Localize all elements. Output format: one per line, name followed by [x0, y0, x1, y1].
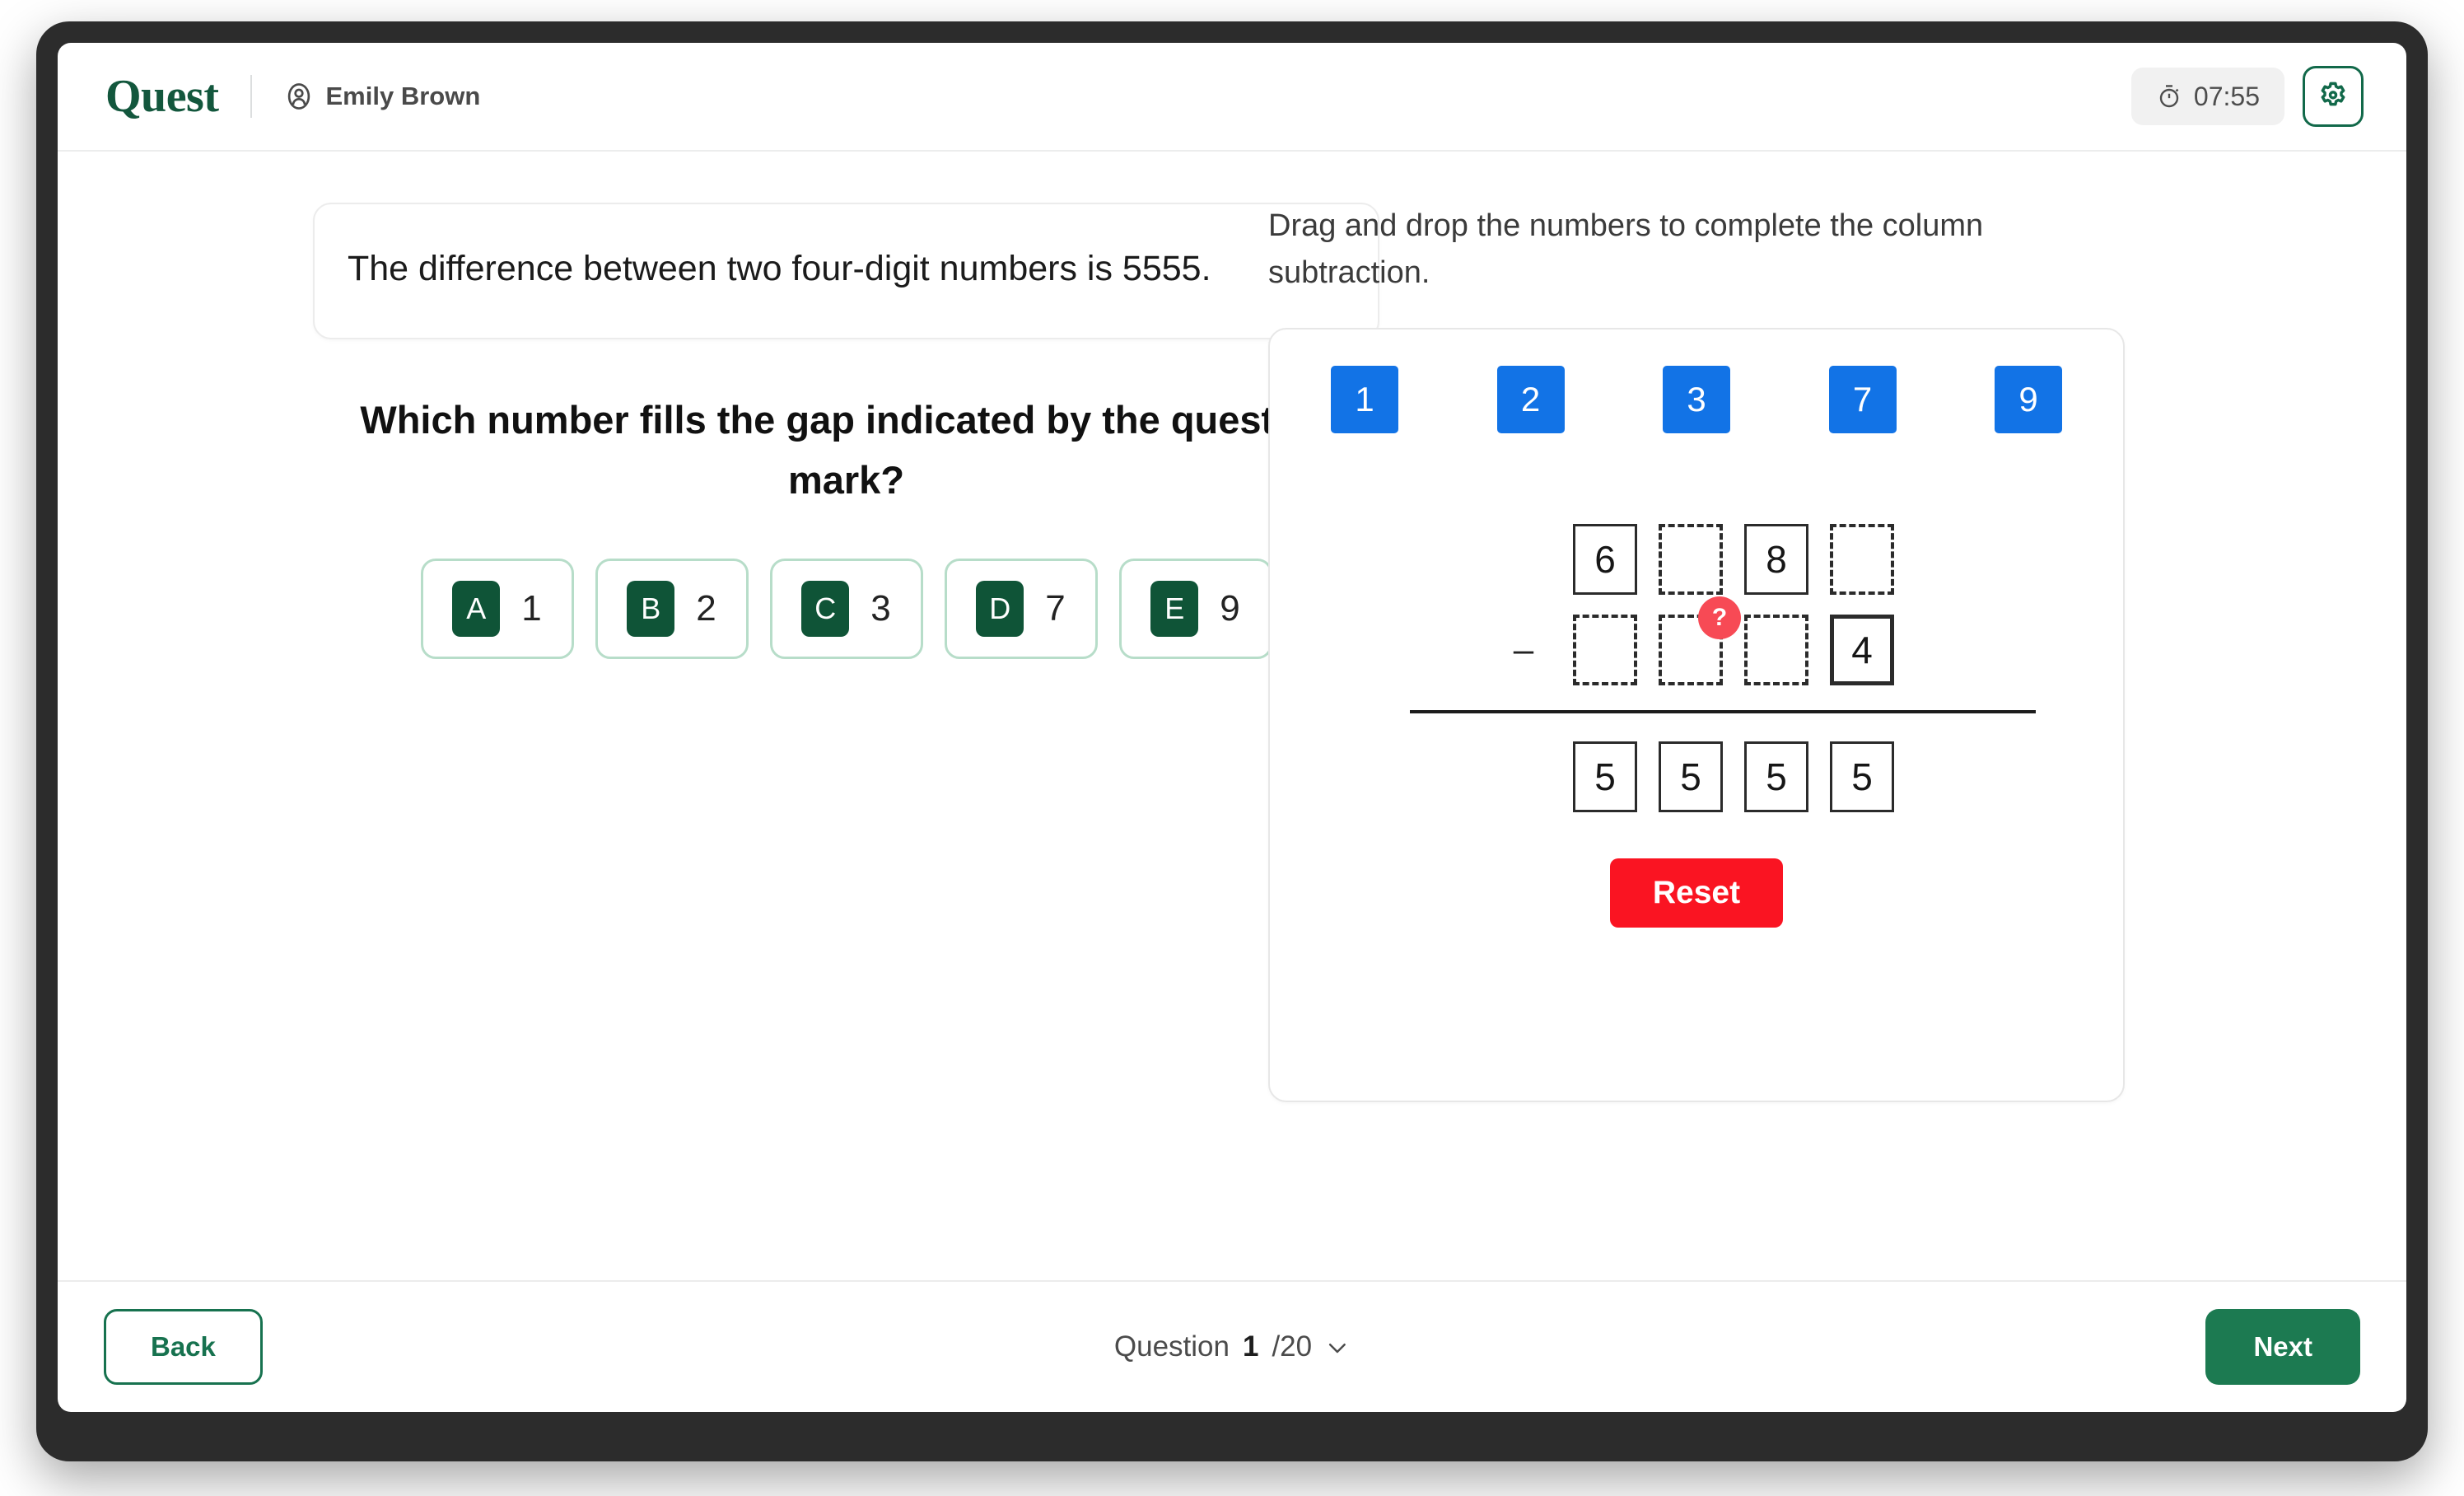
column-subtraction: 6 8 – ? 4 5 5 5 5	[1311, 524, 2082, 812]
minuend-row: 6 8	[1499, 524, 1894, 595]
app-footer: Back Question 1 /20 Next	[58, 1280, 2406, 1412]
header-actions: 07:55	[2130, 66, 2364, 127]
back-button[interactable]: Back	[104, 1309, 263, 1385]
drag-drop-instruction: Drag and drop the numbers to complete th…	[1268, 208, 1984, 290]
option-label: 7	[1045, 587, 1066, 629]
option-label: 3	[870, 587, 891, 629]
result-digit-2: 5	[1659, 741, 1723, 812]
result-digit-1: 5	[1573, 741, 1637, 812]
brand-logo: Quest	[105, 71, 219, 122]
chevron-down-icon	[1325, 1335, 1350, 1359]
option-c[interactable]: C 3	[769, 558, 923, 659]
result-digit-3: 5	[1744, 741, 1808, 812]
user-circle-icon	[283, 81, 315, 112]
result-row: 5 5 5 5	[1499, 741, 1894, 812]
reset-button[interactable]: Reset	[1609, 858, 1784, 928]
number-tile-7[interactable]: 7	[1828, 366, 1897, 433]
minuend-slot-2[interactable]	[1659, 524, 1723, 595]
number-tile-9[interactable]: 9	[1995, 366, 2062, 433]
subtrahend-row: – ? 4	[1499, 596, 1894, 685]
option-d[interactable]: D 7	[944, 558, 1098, 659]
subtrahend-slot-2[interactable]: ?	[1659, 596, 1741, 685]
question-nav-label: Question	[1113, 1330, 1230, 1363]
number-tile-2[interactable]: 2	[1496, 366, 1565, 433]
option-a[interactable]: A 1	[420, 558, 574, 659]
option-letter-badge: D	[976, 580, 1024, 637]
minuend-slot-4[interactable]	[1830, 524, 1894, 595]
app-screen: Quest Emily Brown 07:55 The difference b…	[58, 43, 2406, 1412]
option-label: 1	[521, 587, 542, 629]
app-header: Quest Emily Brown 07:55	[58, 43, 2406, 152]
question-navigator[interactable]: Question 1 /20	[1114, 1330, 1350, 1363]
passage-text: The difference between two four-digit nu…	[348, 249, 1211, 288]
settings-button[interactable]	[2303, 66, 2364, 127]
answer-options: A 1 B 2 C 3 D 7 E 9	[313, 558, 1379, 659]
subtraction-rule	[1410, 710, 2036, 713]
user-name: Emily Brown	[325, 82, 481, 110]
timer-value: 07:55	[2193, 81, 2260, 111]
subtrahend-slot-1[interactable]	[1573, 615, 1637, 685]
main-content: The difference between two four-digit nu…	[58, 152, 2406, 1280]
result-digit-4: 5	[1830, 741, 1894, 812]
user-info: Emily Brown	[283, 81, 481, 112]
passage-card: The difference between two four-digit nu…	[313, 203, 1379, 339]
minuend-digit-3: 8	[1744, 524, 1808, 595]
number-tiles: 1 2 3 7 9	[1311, 366, 2082, 433]
option-label: 2	[696, 587, 716, 629]
subtrahend-slot-3[interactable]	[1744, 615, 1808, 685]
question-column: The difference between two four-digit nu…	[115, 203, 1379, 1280]
question-title: Which number fills the gap indicated by …	[360, 397, 1332, 502]
question-mark-badge: ?	[1698, 596, 1741, 639]
drag-drop-panel: 1 2 3 7 9 6 8 – ? 4 5 5 5 5 Reset	[1268, 328, 2125, 1102]
option-letter-badge: A	[452, 580, 501, 637]
option-letter-badge: E	[1150, 580, 1199, 637]
minus-operator: –	[1513, 629, 1534, 670]
device-bezel: Quest Emily Brown 07:55 The difference b…	[36, 21, 2428, 1461]
option-letter-badge: C	[801, 580, 850, 637]
header-divider	[250, 75, 252, 118]
option-letter-badge: B	[627, 580, 675, 637]
number-tile-3[interactable]: 3	[1663, 366, 1730, 433]
next-button[interactable]: Next	[2205, 1309, 2360, 1385]
timer-display: 07:55	[2130, 68, 2284, 125]
stopwatch-icon	[2156, 83, 2182, 110]
gear-icon	[2317, 80, 2350, 113]
question-nav-current: 1	[1242, 1330, 1259, 1363]
question-nav-total: /20	[1272, 1330, 1313, 1363]
interactive-column: Drag and drop the numbers to complete th…	[1244, 203, 2349, 1280]
number-tile-1[interactable]: 1	[1331, 366, 1398, 433]
minuend-digit-1: 6	[1573, 524, 1637, 595]
option-b[interactable]: B 2	[595, 558, 749, 659]
subtrahend-digit-4: 4	[1830, 615, 1894, 685]
reset-area: Reset	[1311, 858, 2082, 928]
option-label: 9	[1220, 587, 1240, 629]
